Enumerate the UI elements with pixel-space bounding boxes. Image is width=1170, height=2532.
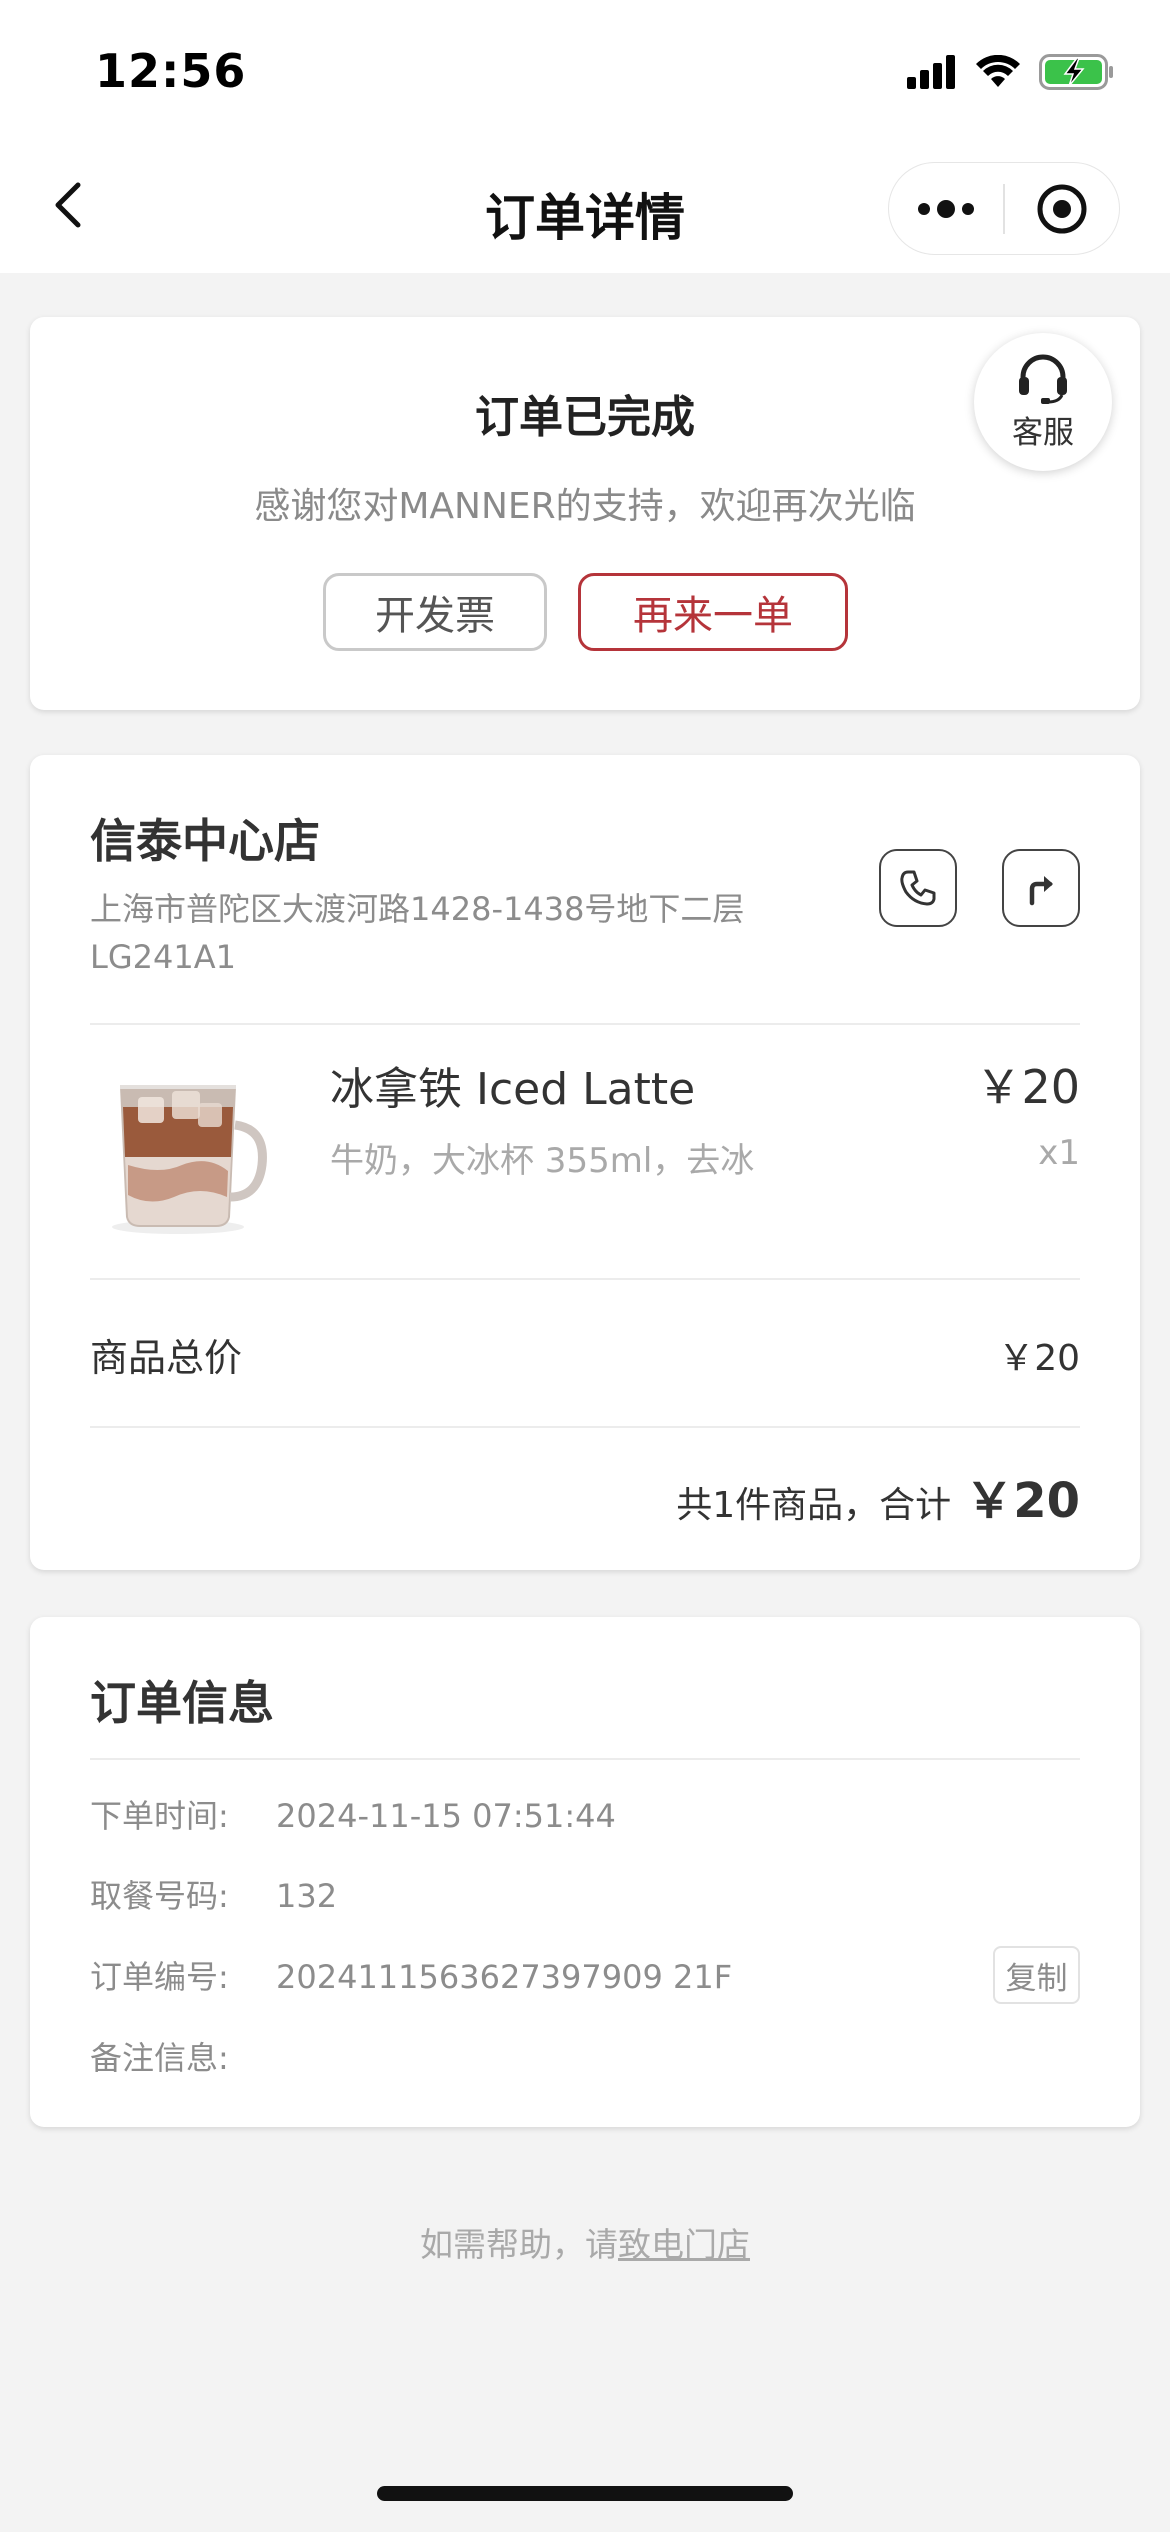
store-address: 上海市普陀区大渡河路1428-1438号地下二层LG241A1 bbox=[90, 890, 745, 976]
order-status-card: 订单已完成 感谢您对MANNER的支持，欢迎再次光临 开发票 再来一单 客服 bbox=[30, 317, 1140, 710]
order-info-card: 订单信息 下单时间: 2024-11-15 07:51:44 取餐号码: 132 订… bbox=[30, 1617, 1140, 2127]
order-status-subtitle: 感谢您对MANNER的支持，欢迎再次光临 bbox=[254, 486, 916, 527]
pickup-number-label: 取餐号码: bbox=[90, 1877, 229, 1915]
header: 12:56 订单详情 bbox=[0, 0, 1170, 273]
phone-icon bbox=[900, 870, 936, 906]
product-price: ￥20 bbox=[975, 1060, 1080, 1114]
order-time-row: 下单时间: 2024-11-15 07:51:44 bbox=[90, 1791, 616, 1837]
order-status-title: 订单已完成 bbox=[475, 392, 695, 443]
status-time: 12:56 bbox=[95, 44, 247, 98]
signal-icon bbox=[907, 55, 955, 89]
divider bbox=[90, 1023, 1080, 1025]
product-name: 冰拿铁 Iced Latte bbox=[330, 1064, 696, 1115]
divider bbox=[90, 1758, 1080, 1760]
wifi-icon bbox=[976, 55, 1020, 87]
battery-charging-icon bbox=[1039, 54, 1113, 90]
copy-order-number-button[interactable]: 复制 bbox=[993, 1946, 1080, 2004]
store-name: 信泰中心店 bbox=[90, 814, 320, 868]
invoice-button[interactable]: 开发票 bbox=[323, 573, 547, 651]
store-order-card: 信泰中心店 上海市普陀区大渡河路1428-1438号地下二层LG241A1 冰拿… bbox=[30, 755, 1140, 1570]
home-indicator[interactable] bbox=[377, 2486, 793, 2501]
divider bbox=[90, 1278, 1080, 1280]
navigate-store-button[interactable] bbox=[1002, 849, 1080, 927]
order-total: 共1件商品，合计 ￥20 bbox=[676, 1461, 1080, 1531]
reorder-button[interactable]: 再来一单 bbox=[578, 573, 848, 651]
order-number-value: 2024111563627397909 21F bbox=[276, 1958, 733, 1996]
mini-program-capsule bbox=[888, 162, 1120, 255]
remarks-label: 备注信息: bbox=[90, 2039, 229, 2077]
total-value: ￥20 bbox=[965, 1473, 1080, 1529]
more-button[interactable] bbox=[889, 163, 1003, 254]
subtotal-value: ￥20 bbox=[998, 1338, 1080, 1379]
order-time-value: 2024-11-15 07:51:44 bbox=[276, 1797, 616, 1835]
headset-icon bbox=[1019, 354, 1067, 404]
order-info-title: 订单信息 bbox=[90, 1676, 274, 1730]
pickup-number-value: 132 bbox=[276, 1877, 338, 1915]
help-text: 如需帮助，请 bbox=[420, 2225, 618, 2264]
pickup-number-row: 取餐号码: 132 bbox=[90, 1871, 337, 1917]
help-footer: 如需帮助，请致电门店 bbox=[0, 2218, 1170, 2266]
target-icon bbox=[1037, 184, 1087, 233]
order-number-label: 订单编号: bbox=[90, 1958, 229, 1996]
call-store-link[interactable]: 致电门店 bbox=[618, 2225, 750, 2264]
customer-service-label: 客服 bbox=[1012, 414, 1074, 451]
call-store-button[interactable] bbox=[879, 849, 957, 927]
product-quantity: x1 bbox=[1038, 1133, 1080, 1173]
order-time-label: 下单时间: bbox=[90, 1797, 229, 1835]
more-dots-icon bbox=[918, 199, 974, 218]
status-icons bbox=[907, 52, 1115, 92]
order-number-row: 订单编号: 2024111563627397909 21F bbox=[90, 1952, 732, 1998]
total-text: 共1件商品，合计 bbox=[676, 1485, 952, 1526]
close-button[interactable] bbox=[1005, 163, 1119, 254]
divider bbox=[90, 1426, 1080, 1428]
directions-icon bbox=[1029, 876, 1053, 906]
subtotal-label: 商品总价 bbox=[90, 1336, 243, 1380]
product-image bbox=[112, 1085, 267, 1234]
remarks-row: 备注信息: bbox=[90, 2033, 276, 2079]
product-spec: 牛奶，大冰杯 355ml，去冰 bbox=[330, 1141, 755, 1181]
customer-service-button[interactable]: 客服 bbox=[974, 333, 1112, 471]
